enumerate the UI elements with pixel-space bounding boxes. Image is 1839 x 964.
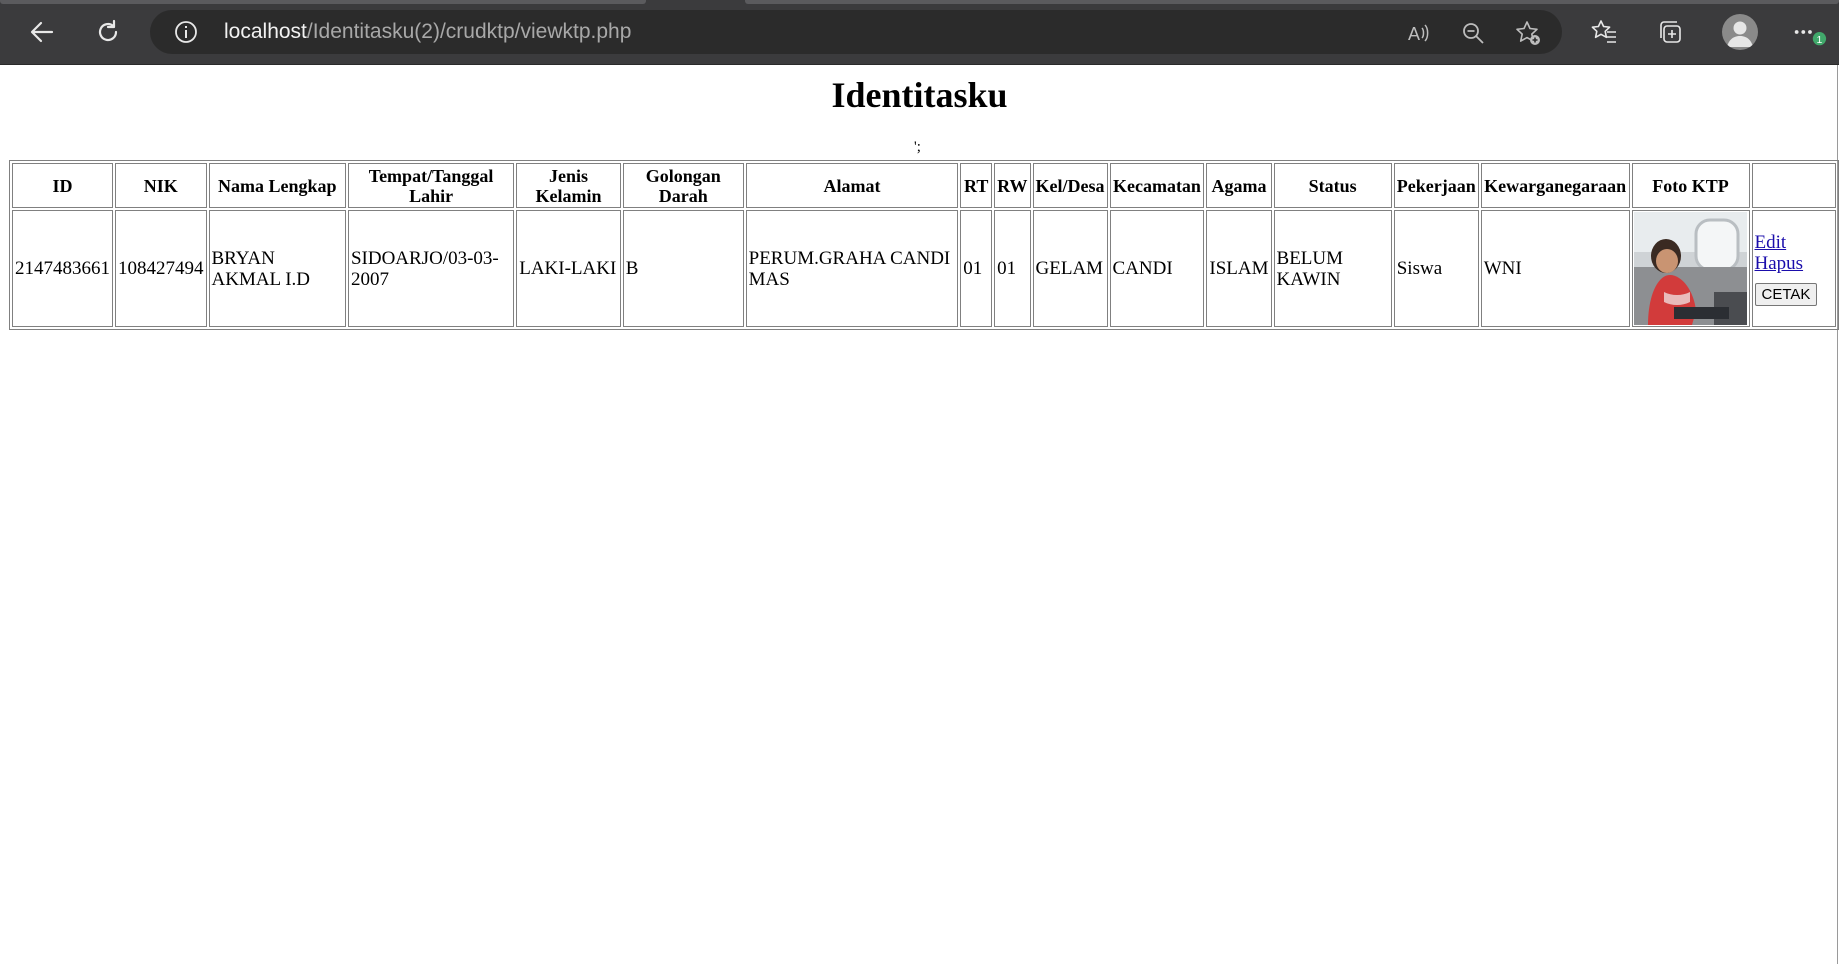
col-header-rw: RW	[994, 163, 1031, 208]
col-header-id: ID	[12, 163, 113, 208]
ktp-table: ID NIK Nama Lengkap Tempat/Tanggal Lahir…	[9, 160, 1839, 330]
ktp-photo	[1633, 212, 1747, 325]
cell-id: 2147483661	[12, 210, 113, 327]
page-title: Identitasku	[831, 75, 1008, 115]
table-header-row: ID NIK Nama Lengkap Tempat/Tanggal Lahir…	[12, 163, 1836, 208]
favorites-button[interactable]	[1585, 13, 1623, 51]
col-header-ttl: Tempat/Tanggal Lahir	[347, 163, 515, 208]
site-info-icon[interactable]	[174, 20, 198, 44]
col-header-status: Status	[1273, 163, 1392, 208]
cell-ttl: SIDOARJO/03-03-2007	[347, 210, 515, 327]
favorites-icon	[1591, 20, 1616, 43]
more-icon: 1	[1794, 30, 1827, 46]
cell-status: BELUM KAWIN	[1273, 210, 1392, 327]
cell-kel-desa: GELAM	[1032, 210, 1108, 327]
cell-pekerjaan: Siswa	[1393, 210, 1479, 327]
col-header-alamat: Alamat	[745, 163, 959, 208]
cell-rw: 01	[994, 210, 1031, 327]
tab-inactive-left[interactable]	[0, 0, 646, 4]
table-row: 2147483661 108427494 BRYAN AKMAL I.D SID…	[12, 210, 1836, 327]
settings-more-button[interactable]: 1	[1790, 13, 1828, 51]
col-header-jenis-kelamin: Jenis Kelamin	[516, 163, 621, 208]
zoom-out-icon[interactable]	[1460, 20, 1486, 46]
profile-avatar[interactable]	[1722, 14, 1758, 50]
hapus-link[interactable]: Hapus	[1755, 253, 1834, 274]
cell-nik: 108427494	[115, 210, 207, 327]
tab-strip	[0, 0, 1839, 4]
cell-kewarganegaraan: WNI	[1480, 210, 1630, 327]
add-favorite-icon[interactable]	[1515, 20, 1541, 46]
col-header-pekerjaan: Pekerjaan	[1393, 163, 1479, 208]
col-header-foto-ktp: Foto KTP	[1631, 163, 1750, 208]
cell-golongan-darah: B	[622, 210, 744, 327]
cell-nama: BRYAN AKMAL I.D	[208, 210, 346, 327]
cell-alamat: PERUM.GRAHA CANDI MAS	[745, 210, 959, 327]
col-header-kel-desa: Kel/Desa	[1032, 163, 1108, 208]
cell-agama: ISLAM	[1206, 210, 1272, 327]
stray-text: ';	[914, 139, 921, 155]
read-aloud-icon[interactable]: A	[1406, 20, 1432, 46]
tab-inactive-right[interactable]	[745, 0, 1839, 4]
collections-icon	[1660, 21, 1681, 43]
col-header-actions	[1751, 163, 1836, 208]
col-header-kecamatan: Kecamatan	[1109, 163, 1205, 208]
url-text[interactable]: localhost/Identitasku(2)/crudktp/viewktp…	[224, 10, 631, 54]
browser-toolbar: localhost/Identitasku(2)/crudktp/viewktp…	[0, 0, 1839, 65]
col-header-rt: RT	[960, 163, 993, 208]
edit-link[interactable]: Edit	[1755, 232, 1834, 253]
notification-badge: 1	[1817, 35, 1823, 46]
address-bar[interactable]: localhost/Identitasku(2)/crudktp/viewktp…	[150, 10, 1562, 54]
refresh-icon	[98, 19, 118, 42]
col-header-golongan-darah: Golongan Darah	[622, 163, 744, 208]
col-header-kewarganegaraan: Kewarganegaraan	[1480, 163, 1630, 208]
back-arrow-icon	[30, 21, 54, 43]
refresh-button[interactable]	[88, 12, 128, 52]
back-button[interactable]	[22, 12, 62, 52]
cell-actions: Edit Hapus CETAK	[1751, 210, 1836, 327]
col-header-nik: NIK	[115, 163, 207, 208]
col-header-agama: Agama	[1206, 163, 1272, 208]
page-content: Identitasku '; ID NIK Nama Lengkap Tempa…	[0, 65, 1839, 964]
url-host: localhost	[224, 20, 307, 43]
user-icon	[1727, 21, 1753, 47]
cell-jenis-kelamin: LAKI-LAKI	[516, 210, 621, 327]
cetak-button[interactable]: CETAK	[1754, 282, 1818, 306]
cell-foto-ktp	[1631, 210, 1750, 327]
collections-button[interactable]	[1651, 13, 1689, 51]
col-header-nama: Nama Lengkap	[208, 163, 346, 208]
url-path: /Identitasku(2)/crudktp/viewktp.php	[306, 20, 632, 43]
cell-kecamatan: CANDI	[1109, 210, 1205, 327]
svg-text:A: A	[1408, 24, 1420, 44]
cell-rt: 01	[960, 210, 993, 327]
